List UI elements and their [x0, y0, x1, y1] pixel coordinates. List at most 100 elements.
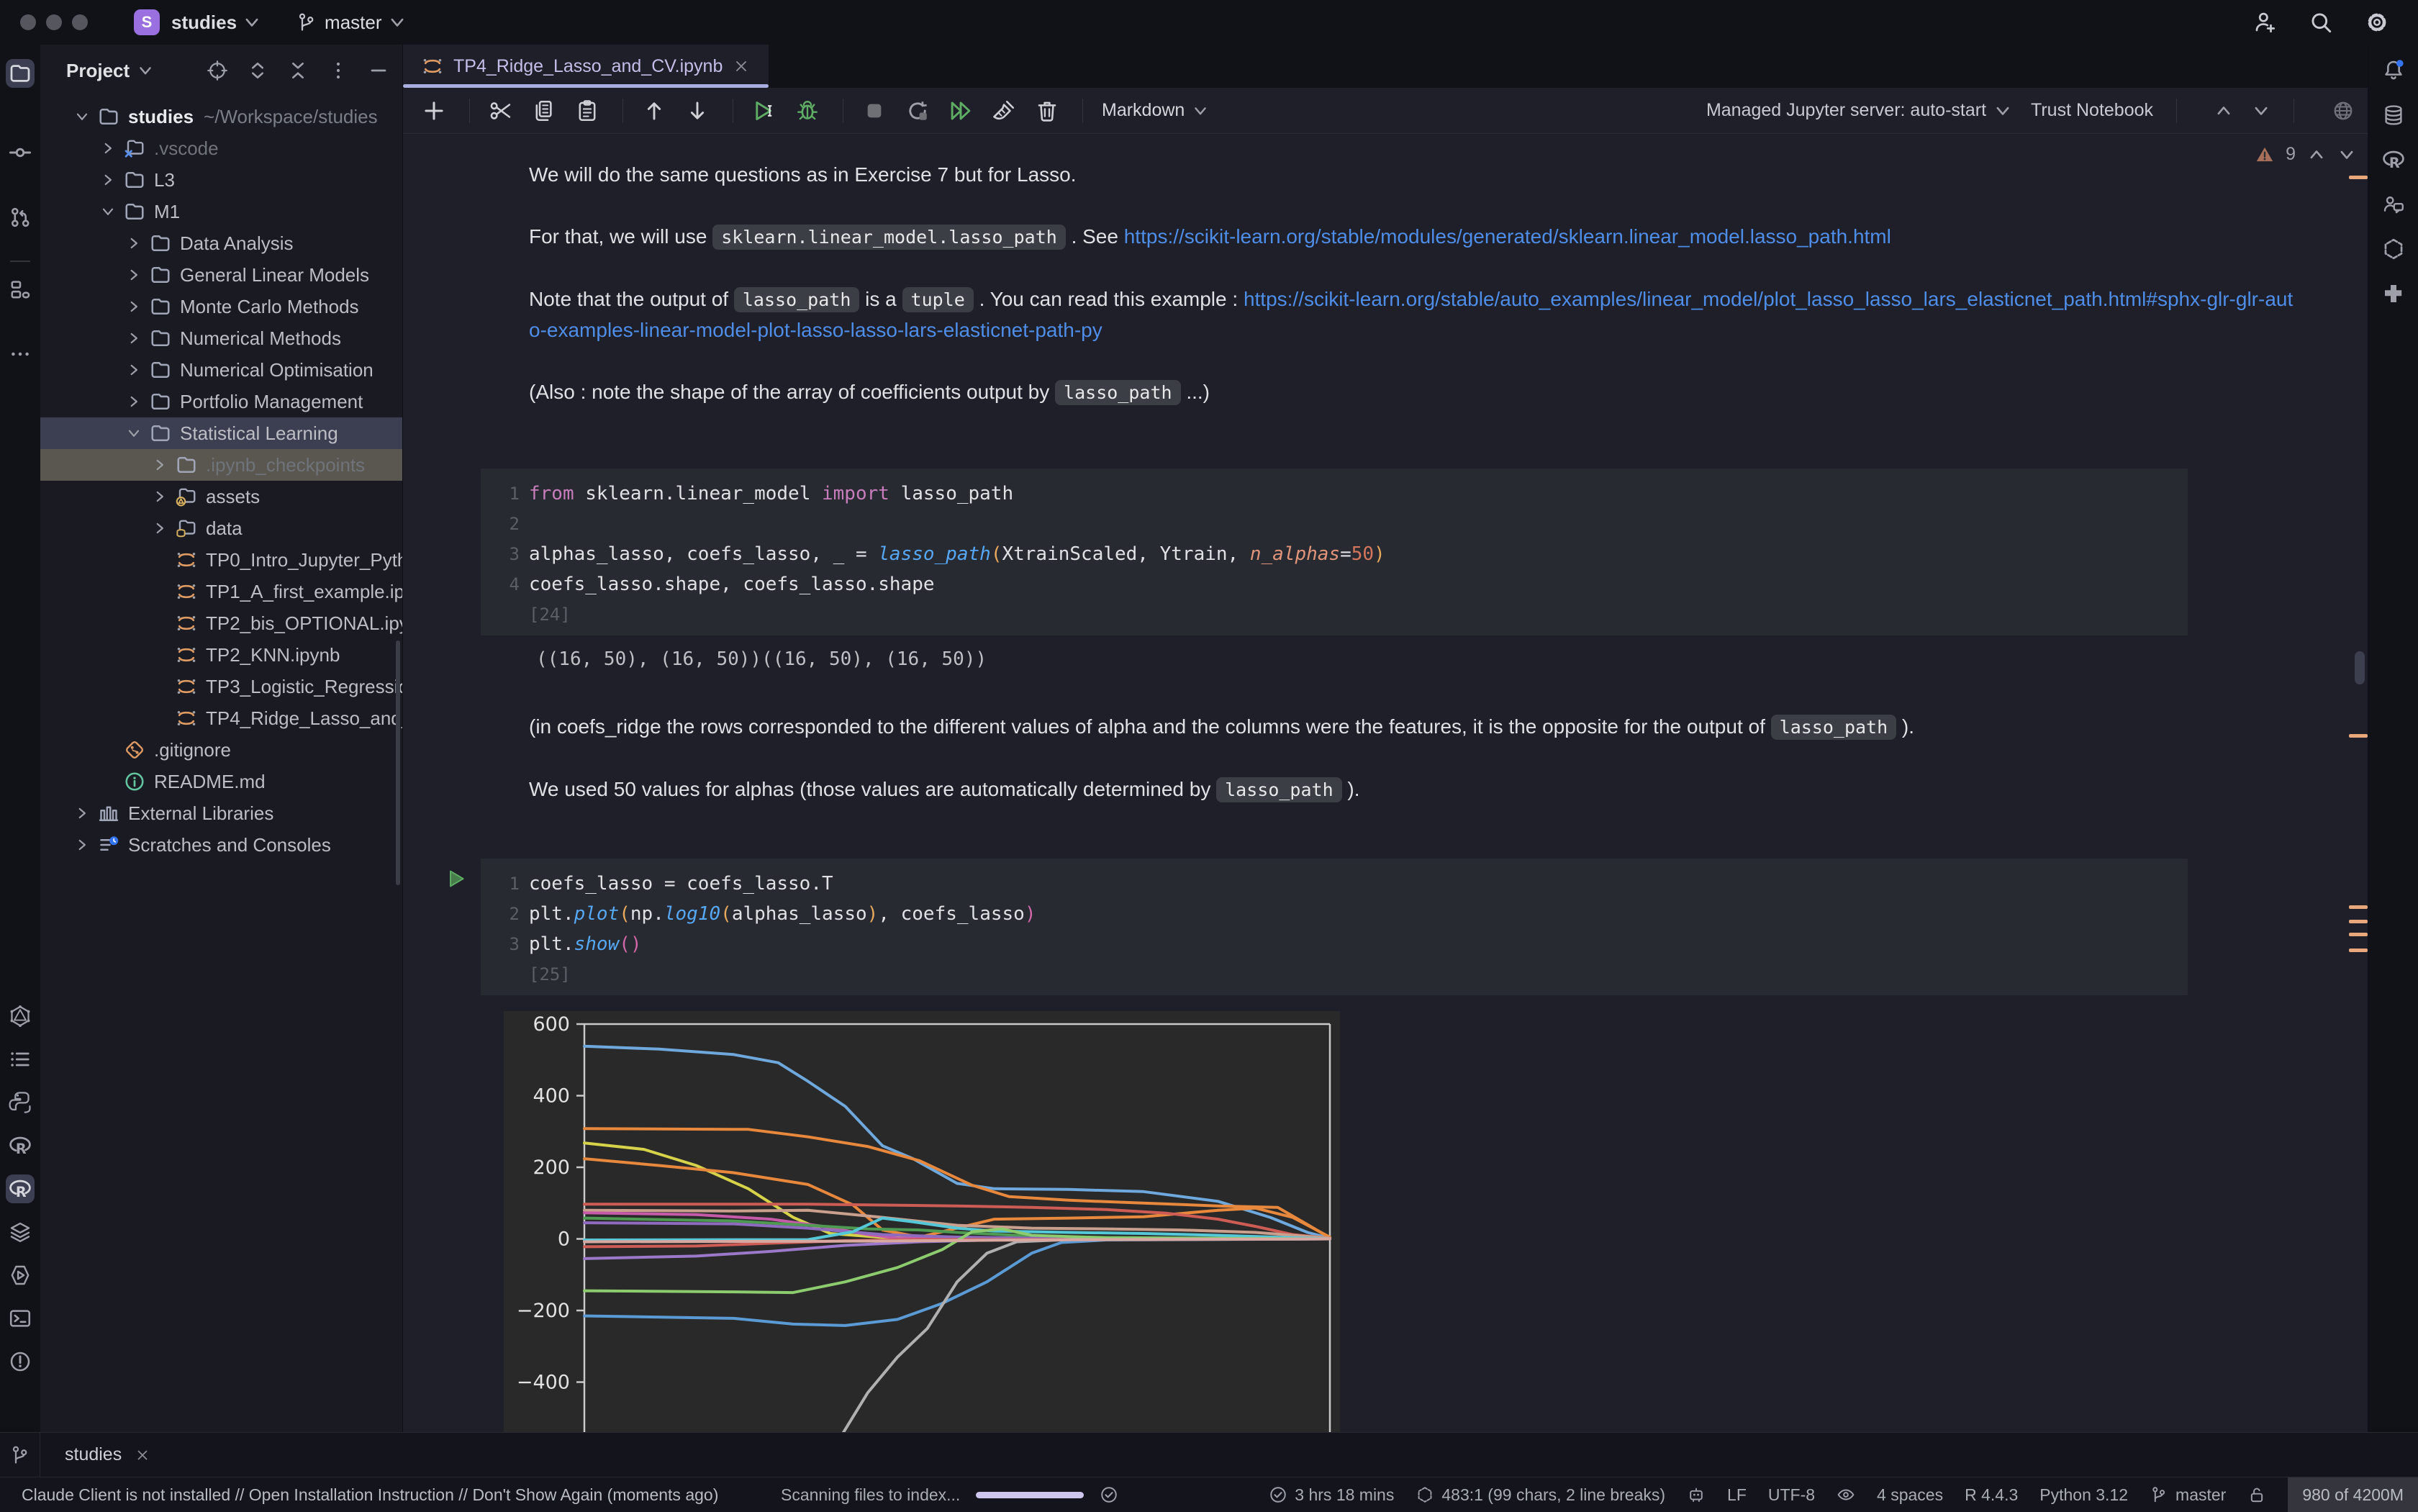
scrollbar-warning-mark[interactable]: [2349, 905, 2368, 909]
tree-item-tp4-ridge-lasso-and-cv-ip[interactable]: TP4_Ridge_Lasso_and_CV.ip: [40, 702, 402, 734]
project-tool-button[interactable]: [6, 59, 35, 88]
chevron-right-icon[interactable]: [150, 486, 176, 507]
delete-cell-button[interactable]: [1035, 99, 1059, 123]
graphql-tool-button[interactable]: [6, 1002, 35, 1031]
database-tool-button[interactable]: [2379, 101, 2408, 130]
status-message[interactable]: Claude Client is not installed // Open I…: [22, 1477, 718, 1512]
run-anything-button[interactable]: [6, 1261, 35, 1290]
inspection-widget[interactable]: 9: [2255, 144, 2356, 165]
tree-item-assets[interactable]: assets: [40, 481, 402, 512]
locate-file-button[interactable]: [207, 60, 228, 81]
code-line[interactable]: 1from sklearn.linear_model import lasso_…: [481, 479, 2188, 509]
services-tool-button[interactable]: [6, 1218, 35, 1246]
trust-notebook-button[interactable]: Trust Notebook: [2031, 100, 2153, 121]
editor-scrollbar-thumb[interactable]: [2355, 651, 2365, 684]
cut-cell-button[interactable]: [489, 99, 513, 123]
clear-outputs-button[interactable]: [992, 99, 1016, 123]
structure-tool-button[interactable]: [6, 275, 35, 304]
previous-problem-button[interactable]: [2307, 145, 2326, 164]
code-line[interactable]: 2plt.plot(np.log10(alphas_lasso), coefs_…: [481, 899, 2188, 929]
copy-cell-button[interactable]: [532, 99, 556, 123]
panel-options-button[interactable]: [327, 60, 349, 81]
tree-item-general-linear-models[interactable]: General Linear Models: [40, 259, 402, 291]
pull-requests-tool-button[interactable]: [6, 203, 35, 232]
scrollbar-warning-mark[interactable]: [2349, 734, 2368, 738]
tree-item--ipynb-checkpoints[interactable]: .ipynb_checkpoints: [40, 449, 402, 481]
todo-tool-button[interactable]: [6, 1045, 35, 1074]
line-ending-widget[interactable]: LF: [1727, 1485, 1747, 1505]
chevron-right-icon[interactable]: [124, 265, 150, 285]
next-problem-button[interactable]: [2337, 145, 2356, 164]
paste-cell-button[interactable]: [575, 99, 599, 123]
tree-item-l3[interactable]: L3: [40, 164, 402, 196]
window-minimize-button[interactable]: [46, 14, 62, 30]
version-control-tab-icon[interactable]: [0, 1433, 40, 1477]
markdown-link[interactable]: https://scikit-learn.org/stable/modules/…: [1124, 225, 1891, 248]
pause-indexing-button[interactable]: [1100, 1485, 1118, 1504]
scrollbar-warning-mark[interactable]: [2349, 920, 2368, 923]
window-zoom-button[interactable]: [72, 14, 88, 30]
tree-item-tp3-logistic-regression-an[interactable]: TP3_Logistic_Regression_an: [40, 671, 402, 702]
tab-close-icon[interactable]: [135, 1447, 150, 1463]
restart-kernel-button[interactable]: [905, 99, 930, 123]
code-line[interactable]: 3alphas_lasso, coefs_lasso, _ = lasso_pa…: [481, 539, 2188, 569]
memory-indicator[interactable]: 980 of 4200M: [2288, 1477, 2418, 1512]
more-tools-button[interactable]: [6, 340, 35, 368]
search-icon[interactable]: [2309, 10, 2333, 35]
panel-scrollbar[interactable]: [396, 640, 400, 885]
tree-item-scratches-and-consoles[interactable]: Scratches and Consoles: [40, 829, 402, 861]
add-cell-button[interactable]: [422, 99, 446, 123]
tree-item-m1[interactable]: M1: [40, 196, 402, 227]
code-line[interactable]: 3plt.show(): [481, 929, 2188, 959]
ai-assistant-button[interactable]: [2379, 190, 2408, 219]
terminal-tool-button[interactable]: [6, 1304, 35, 1333]
chevron-right-icon[interactable]: [150, 455, 176, 475]
code-line[interactable]: 1coefs_lasso = coefs_lasso.T: [481, 869, 2188, 899]
chevron-right-icon[interactable]: [124, 391, 150, 412]
open-in-browser-icon[interactable]: [2332, 99, 2355, 122]
branch-switcher[interactable]: master: [325, 12, 381, 34]
r-packages-button[interactable]: R: [2379, 145, 2408, 174]
tree-item-studies[interactable]: studies~/Workspace/studies: [40, 101, 402, 132]
chevron-right-icon[interactable]: [124, 328, 150, 348]
r-console-button[interactable]: R: [6, 1131, 35, 1160]
plugins-button[interactable]: [2379, 279, 2408, 308]
problems-tool-button[interactable]: [6, 1347, 35, 1376]
commit-tool-button[interactable]: [6, 138, 35, 167]
encoding-widget[interactable]: UTF-8: [1768, 1485, 1815, 1505]
code-cell-1[interactable]: 1from sklearn.linear_model import lasso_…: [481, 468, 2188, 635]
unlock-icon[interactable]: [2247, 1485, 2266, 1504]
notebook-content[interactable]: We will do the same questions as in Exer…: [403, 134, 2368, 1432]
tree-item-tp2-bis-optional-ipynb[interactable]: TP2_bis_OPTIONAL.ipynb: [40, 607, 402, 639]
chevron-down-icon[interactable]: [124, 423, 150, 443]
hide-panel-button[interactable]: [368, 60, 389, 81]
chevron-right-icon[interactable]: [98, 138, 124, 158]
chevron-right-icon[interactable]: [72, 803, 98, 823]
tree-item-portfolio-management[interactable]: Portfolio Management: [40, 386, 402, 417]
notifications-bell-icon[interactable]: [2379, 56, 2408, 85]
scrollbar-warning-mark[interactable]: [2349, 933, 2368, 936]
tree-item-numerical-optimisation[interactable]: Numerical Optimisation: [40, 354, 402, 386]
project-panel-title[interactable]: Project: [66, 60, 130, 82]
stop-kernel-button[interactable]: [862, 99, 887, 123]
chevron-right-icon[interactable]: [124, 296, 150, 317]
run-cell-button[interactable]: [752, 99, 776, 123]
chevron-right-icon[interactable]: [124, 360, 150, 380]
chevron-down-icon[interactable]: [98, 202, 124, 222]
project-switcher[interactable]: studies: [171, 12, 237, 34]
scrollbar-warning-mark[interactable]: [2349, 176, 2368, 179]
python-console-button[interactable]: [6, 1088, 35, 1117]
tree-item-tp1-a-first-example-ipynb[interactable]: TP1_A_first_example.ipynb: [40, 576, 402, 607]
settings-gear-icon[interactable]: [2365, 10, 2389, 35]
tree-item-tp0-intro-jupyter-python-ip[interactable]: TP0_Intro_Jupyter_Python.ip: [40, 544, 402, 576]
previous-cell-button[interactable]: [2214, 101, 2233, 120]
tree-item-data[interactable]: data: [40, 512, 402, 544]
tree-item-statistical-learning[interactable]: Statistical Learning: [40, 417, 402, 449]
chevron-right-icon[interactable]: [98, 170, 124, 190]
uptime-widget[interactable]: 3 hrs 18 mins: [1269, 1485, 1394, 1505]
cell-type-select[interactable]: Markdown: [1102, 100, 1209, 121]
debug-cell-button[interactable]: [795, 99, 820, 123]
next-cell-button[interactable]: [2252, 101, 2270, 120]
expand-all-button[interactable]: [247, 60, 268, 81]
run-all-cells-button[interactable]: [948, 99, 973, 123]
